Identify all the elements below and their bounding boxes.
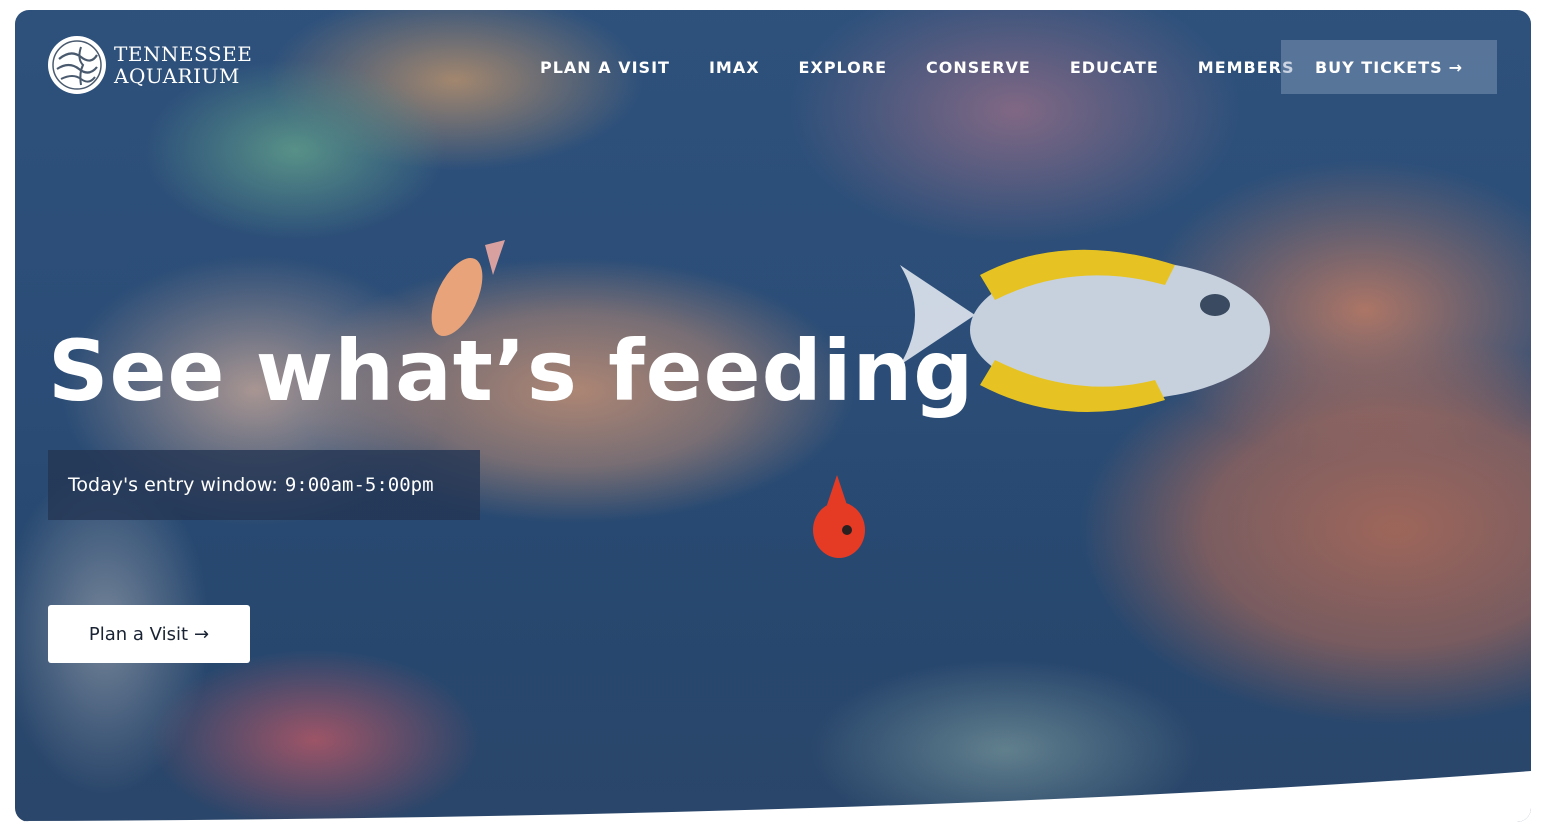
nav-educate[interactable]: EDUCATE (1070, 58, 1159, 77)
logo-line-2: AQUARIUM (114, 64, 240, 88)
hero-bottom-curve (15, 771, 1531, 822)
nav-explore[interactable]: EXPLORE (799, 58, 887, 77)
plan-a-visit-label: Plan a Visit (88, 623, 189, 645)
logo-line-1: TENNESSEE (114, 42, 253, 66)
buy-tickets-label: BUY TICKETS (1314, 57, 1443, 77)
entry-window-banner: Today's entry window: 9:00am-5:00pm (48, 450, 480, 520)
hero-headline: See what’s feeding (48, 322, 975, 420)
main-nav: PLAN A VISIT IMAX EXPLORE CONSERVE EDUCA… (540, 58, 1334, 77)
nav-plan-a-visit[interactable]: PLAN A VISIT (540, 58, 670, 77)
entry-window-label: Today's entry window: (68, 474, 278, 496)
nav-imax[interactable]: IMAX (709, 58, 760, 77)
entry-window-time: 9:00am-5:00pm (284, 474, 434, 496)
hero-banner: TENNESSEE AQUARIUM PLAN A VISIT IMAX EXP… (15, 10, 1531, 822)
site-logo[interactable]: TENNESSEE AQUARIUM (48, 36, 252, 94)
plan-a-visit-button[interactable]: Plan a Visit → (48, 605, 250, 663)
arrow-right-icon: → (194, 623, 210, 645)
arrow-right-icon: → (1448, 57, 1464, 77)
logo-wordmark: TENNESSEE AQUARIUM (114, 43, 252, 87)
nav-conserve[interactable]: CONSERVE (926, 58, 1031, 77)
aquarium-logo-icon (48, 36, 106, 94)
buy-tickets-button[interactable]: BUY TICKETS → (1281, 40, 1497, 94)
red-fish-image (813, 475, 865, 558)
